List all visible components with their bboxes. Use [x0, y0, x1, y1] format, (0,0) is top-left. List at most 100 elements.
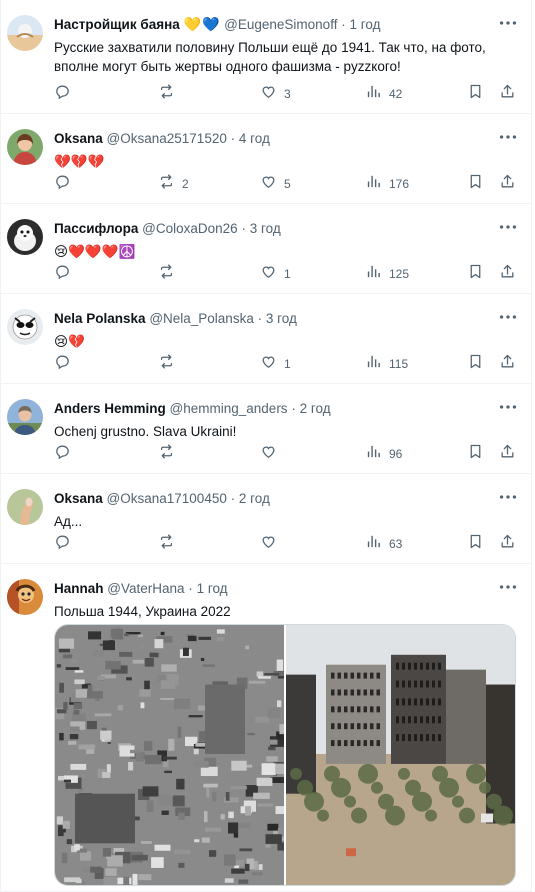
more-options-icon[interactable]	[497, 216, 519, 238]
timestamp[interactable]: 3 год	[266, 311, 297, 326]
reply-tweet[interactable]: Anders Hemming @hemming_anders · 2 год Oc…	[0, 384, 531, 474]
user-handle[interactable]: @Nela_Polanska	[149, 311, 254, 326]
retweet-button[interactable]	[158, 534, 182, 554]
more-options-icon[interactable]	[497, 126, 519, 148]
display-name[interactable]: Пассифлора	[54, 221, 138, 236]
like-button[interactable]: 1	[260, 354, 291, 374]
avatar[interactable]	[7, 309, 43, 345]
display-name[interactable]: Nela Polanska	[54, 311, 146, 326]
like-button[interactable]: 5	[260, 174, 291, 194]
like-button[interactable]: 3	[260, 84, 291, 104]
share-icon	[499, 173, 516, 195]
reply-icon	[54, 443, 71, 465]
user-handle[interactable]: @ColoxaDon26	[142, 221, 238, 236]
share-button[interactable]	[499, 534, 516, 554]
avatar[interactable]	[7, 489, 43, 525]
display-name[interactable]: Anders Hemming	[54, 401, 166, 416]
share-icon	[499, 83, 516, 105]
display-name[interactable]: Oksana	[54, 131, 103, 146]
reply-tweet[interactable]: Oksana @Oksana25171520 · 4 год 💔💔💔 2 5 176	[0, 114, 531, 204]
reply-icon	[54, 263, 71, 285]
share-button[interactable]	[499, 174, 516, 194]
timestamp[interactable]: 1 год	[197, 581, 228, 596]
retweet-button[interactable]: 2	[158, 174, 189, 194]
more-options-icon[interactable]	[497, 306, 519, 328]
timestamp[interactable]: 2 год	[239, 491, 270, 506]
views-chart-icon	[365, 263, 382, 285]
share-icon	[499, 263, 516, 285]
like-button[interactable]	[260, 444, 284, 464]
timestamp[interactable]: 2 год	[300, 401, 331, 416]
retweet-button[interactable]	[158, 354, 182, 374]
avatar[interactable]	[7, 15, 43, 51]
share-button[interactable]	[499, 84, 516, 104]
bookmark-button[interactable]	[467, 84, 484, 104]
share-button[interactable]	[499, 354, 516, 374]
timestamp[interactable]: 3 год	[250, 221, 281, 236]
reply-tweet[interactable]: Oksana @Oksana17100450 · 2 год Ад... 63	[0, 474, 531, 564]
like-button[interactable]	[260, 534, 284, 554]
tweet-text: Ochenj grustno. Slava Ukraini!	[54, 424, 237, 439]
avatar[interactable]	[7, 399, 43, 435]
views-button[interactable]: 96	[365, 444, 402, 464]
views-chart-icon	[365, 83, 382, 105]
avatar[interactable]	[7, 129, 43, 165]
views-button[interactable]: 63	[365, 534, 402, 554]
views-button[interactable]: 115	[365, 354, 408, 374]
timestamp[interactable]: 4 год	[239, 131, 270, 146]
share-icon	[499, 533, 516, 555]
display-name[interactable]: Oksana	[54, 491, 103, 506]
views-button[interactable]: 176	[365, 174, 409, 194]
tweet-text: Польша 1944, Украина 2022	[54, 604, 231, 619]
retweet-button[interactable]	[158, 84, 182, 104]
like-button[interactable]: 1	[260, 264, 291, 284]
reply-tweet[interactable]: Hannah @VaterHana · 1 год Польша 1944, Ук…	[0, 564, 531, 892]
reply-button[interactable]	[54, 534, 78, 554]
bookmark-button[interactable]	[467, 264, 484, 284]
user-handle[interactable]: @VaterHana	[107, 581, 184, 596]
views-button[interactable]: 42	[365, 84, 402, 104]
share-icon	[499, 353, 516, 375]
reply-tweet[interactable]: Пассифлора @ColoxaDon26 · 3 год 😢❤️❤️❤️☮️…	[0, 204, 531, 294]
share-button[interactable]	[499, 264, 516, 284]
attached-photo[interactable]	[54, 624, 516, 886]
reply-button[interactable]	[54, 444, 78, 464]
user-handle[interactable]: @Oksana17100450	[107, 491, 227, 506]
reply-tweet[interactable]: Nela Polanska @Nela_Polanska · 3 год 😢💔 1 1…	[0, 294, 531, 384]
retweet-icon	[158, 533, 175, 555]
more-options-icon[interactable]	[497, 396, 519, 418]
bookmark-icon	[467, 443, 484, 465]
user-handle[interactable]: @hemming_anders	[170, 401, 288, 416]
share-button[interactable]	[499, 444, 516, 464]
tweet-actions: 63	[54, 534, 524, 554]
separator-dot: ·	[188, 581, 193, 596]
more-options-icon[interactable]	[497, 486, 519, 508]
more-options-icon[interactable]	[497, 12, 519, 34]
avatar[interactable]	[7, 219, 43, 255]
views-button[interactable]: 125	[365, 264, 409, 284]
tweet-actions: 1 125	[54, 264, 524, 284]
reply-button[interactable]	[54, 264, 78, 284]
like-count: 1	[284, 357, 291, 371]
more-options-icon[interactable]	[497, 576, 519, 598]
bookmark-icon	[467, 83, 484, 105]
retweet-icon	[158, 83, 175, 105]
bookmark-button[interactable]	[467, 534, 484, 554]
user-handle[interactable]: @EugeneSimonoff	[224, 17, 337, 32]
bookmark-button[interactable]	[467, 444, 484, 464]
display-name[interactable]: Настройщик баяна	[54, 17, 180, 32]
reply-button[interactable]	[54, 174, 78, 194]
timestamp[interactable]: 1 год	[349, 17, 380, 32]
tweet-header: Пассифлора @ColoxaDon26 · 3 год	[54, 220, 281, 238]
user-handle[interactable]: @Oksana25171520	[107, 131, 227, 146]
tweet-text: Русские захватили половину Польши ещё до…	[54, 40, 486, 74]
retweet-button[interactable]	[158, 264, 182, 284]
retweet-button[interactable]	[158, 444, 182, 464]
display-name[interactable]: Hannah	[54, 581, 104, 596]
avatar[interactable]	[7, 579, 43, 615]
reply-button[interactable]	[54, 84, 78, 104]
reply-tweet[interactable]: Настройщик баяна 💛💙 @EugeneSimonoff · 1 …	[0, 0, 531, 114]
bookmark-button[interactable]	[467, 354, 484, 374]
reply-button[interactable]	[54, 354, 78, 374]
bookmark-button[interactable]	[467, 174, 484, 194]
